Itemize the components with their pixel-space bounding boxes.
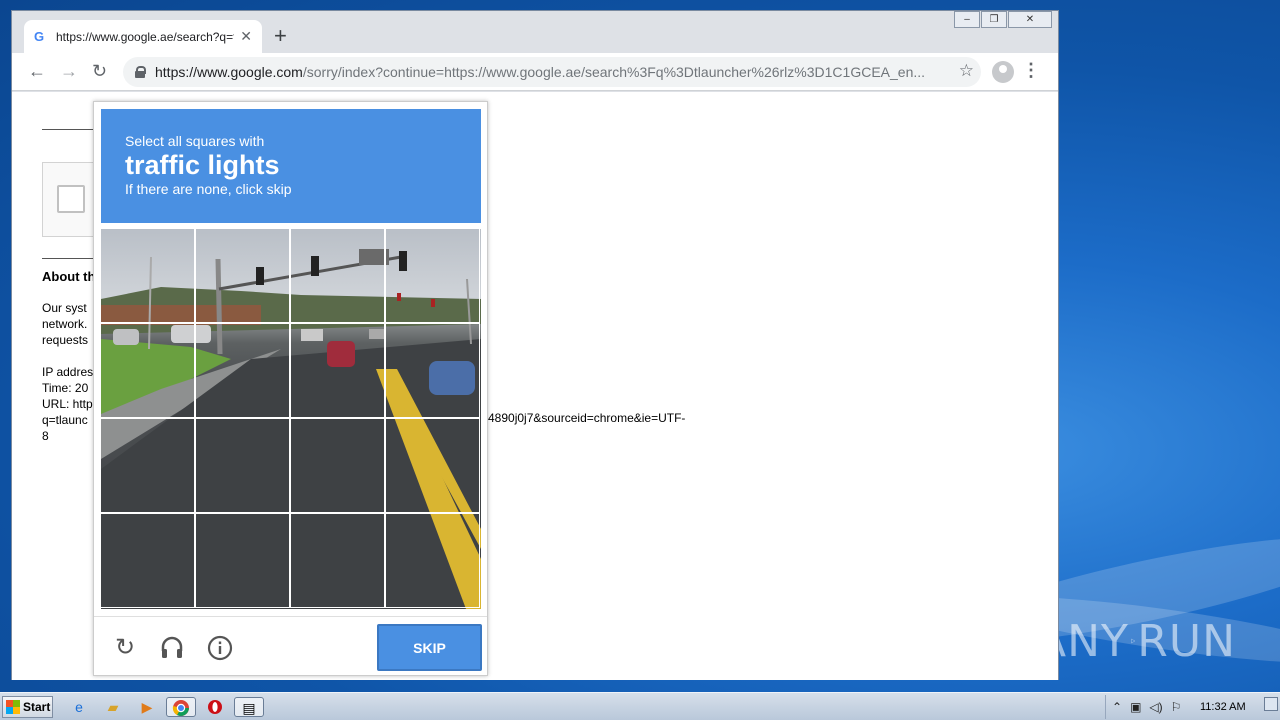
- instruction-line1: Select all squares with: [125, 133, 265, 149]
- close-tab-icon[interactable]: ✕: [240, 28, 252, 45]
- chrome-taskbar-icon[interactable]: [166, 697, 196, 717]
- grid-tile[interactable]: [101, 418, 195, 513]
- para-line: Our syst: [42, 301, 87, 315]
- grid-tile[interactable]: [195, 513, 290, 608]
- challenge-header: Select all squares with traffic lights I…: [101, 109, 481, 223]
- bookmark-star-icon[interactable]: ☆: [959, 61, 974, 81]
- grid-tile[interactable]: [290, 229, 385, 323]
- instruction-target: traffic lights: [125, 150, 280, 180]
- grid-tile[interactable]: [195, 323, 290, 418]
- reload-button[interactable]: ↻: [92, 61, 107, 81]
- para-line: URL: http: [42, 397, 93, 411]
- clock[interactable]: 11:32 AM: [1200, 701, 1246, 713]
- volume-icon[interactable]: ◁): [1149, 700, 1162, 714]
- system-tray: ⌃ ▣ ◁) ⚐: [1105, 695, 1189, 719]
- grid-tile[interactable]: [385, 323, 480, 418]
- maximize-button[interactable]: ❐: [981, 11, 1007, 28]
- reload-challenge-icon[interactable]: ↻: [112, 635, 138, 661]
- start-button[interactable]: Start: [2, 696, 53, 718]
- installer-taskbar-icon[interactable]: ▤: [234, 697, 264, 717]
- forward-button[interactable]: →: [60, 61, 78, 81]
- google-favicon-icon: G: [34, 28, 45, 44]
- browser-menu-icon[interactable]: ⋮: [1022, 61, 1040, 79]
- grid-tile[interactable]: [290, 513, 385, 608]
- para-line: Time: 20: [42, 381, 89, 395]
- challenge-footer: ↻ SKIP: [94, 616, 487, 676]
- lock-icon[interactable]: [135, 66, 146, 78]
- grid-tile[interactable]: [101, 229, 195, 323]
- grid-tile[interactable]: [101, 513, 195, 608]
- network-icon[interactable]: ▣: [1130, 700, 1141, 714]
- grid-tile[interactable]: [195, 229, 290, 323]
- recaptcha-challenge: Select all squares with traffic lights I…: [93, 101, 488, 676]
- anyrun-watermark: ANY RUN: [1036, 606, 1236, 676]
- tab-google-search[interactable]: G https://www.google.ae/search?q=tl ✕: [24, 20, 262, 53]
- minimize-button[interactable]: ‒: [954, 11, 980, 28]
- opera-icon[interactable]: [204, 697, 226, 717]
- skip-button[interactable]: SKIP: [377, 624, 482, 671]
- info-icon[interactable]: [207, 635, 233, 661]
- windows-logo-icon: [6, 700, 20, 714]
- show-desktop-button[interactable]: [1264, 697, 1278, 711]
- audio-challenge-icon[interactable]: [159, 635, 185, 661]
- grid-tile[interactable]: [101, 323, 195, 418]
- taskbar: Start e ▰ ▶ ▤ ⌃ ▣ ◁) ⚐ 11:32 AM: [0, 692, 1280, 720]
- recaptcha-checkbox[interactable]: [57, 185, 85, 213]
- profile-avatar-icon[interactable]: [992, 61, 1014, 83]
- para-line: requests: [42, 333, 89, 347]
- address-bar[interactable]: https://www.google.com/sorry/index?conti…: [123, 57, 981, 87]
- tab-title: https://www.google.ae/search?q=tl: [56, 29, 235, 44]
- about-heading: About th: [42, 269, 96, 284]
- para-line: 8: [42, 429, 49, 443]
- play-logo-icon: [1131, 638, 1136, 644]
- para-line: network.: [42, 317, 88, 331]
- tab-strip: G https://www.google.ae/search?q=tl ✕ + …: [12, 11, 1058, 53]
- grid-tile[interactable]: [385, 229, 480, 323]
- para-line: q=tlaunc: [42, 413, 88, 427]
- window-controls: ‒ ❐ ✕: [953, 11, 1052, 28]
- grid-tile[interactable]: [290, 418, 385, 513]
- grid-tile[interactable]: [195, 418, 290, 513]
- grid-tile[interactable]: [290, 323, 385, 418]
- internet-explorer-icon[interactable]: e: [68, 697, 90, 717]
- challenge-image-grid: [101, 229, 481, 609]
- new-tab-button[interactable]: +: [274, 25, 287, 47]
- flag-icon[interactable]: ⚐: [1171, 700, 1182, 714]
- media-player-icon[interactable]: ▶: [136, 697, 158, 717]
- instruction-line3: If there are none, click skip: [125, 181, 292, 197]
- start-label: Start: [23, 700, 51, 714]
- para-line: IP addres: [42, 365, 94, 379]
- watermark-right: RUN: [1137, 615, 1236, 667]
- browser-toolbar: ← → ↻ https://www.google.com/sorry/index…: [12, 53, 1058, 91]
- back-button[interactable]: ←: [28, 61, 46, 81]
- grid-tile[interactable]: [385, 513, 480, 608]
- grid-tile[interactable]: [385, 418, 480, 513]
- close-window-button[interactable]: ✕: [1008, 11, 1052, 28]
- url-text[interactable]: https://www.google.com/sorry/index?conti…: [155, 64, 935, 80]
- file-explorer-icon[interactable]: ▰: [102, 697, 124, 717]
- url-tail-text: 4890j0j7&sourceid=chrome&ie=UTF-: [488, 411, 686, 425]
- tray-expand-icon[interactable]: ⌃: [1112, 700, 1122, 714]
